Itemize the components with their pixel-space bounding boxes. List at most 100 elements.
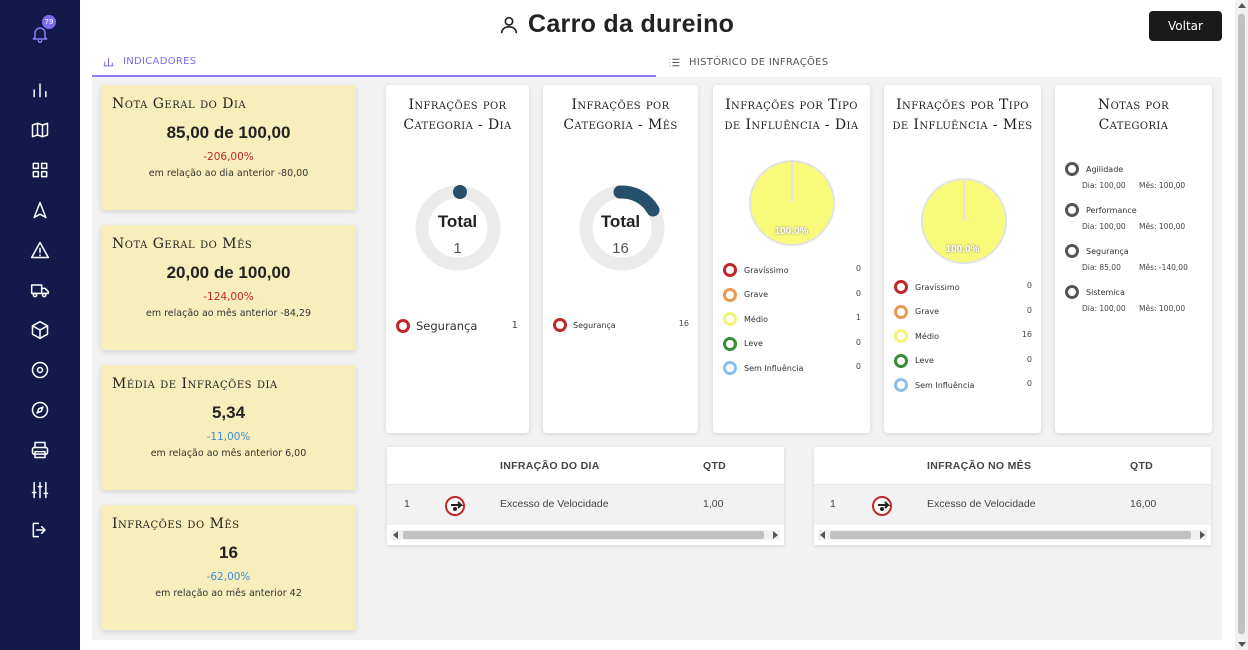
- chart-title: Infrações por Categoria - Mês: [563, 97, 678, 133]
- page-scrollbar[interactable]: [1235, 0, 1248, 650]
- kpi-value: 16: [219, 543, 238, 562]
- note-label: Sistemica: [1086, 287, 1125, 297]
- kpi-note: em relação ao mês anterior 42: [155, 588, 302, 599]
- list-icon: [669, 58, 680, 66]
- legend-item: Grave: [894, 304, 939, 319]
- note-month-value: Mês: 100,00: [1139, 304, 1186, 313]
- donut-center-label: Total: [437, 212, 478, 231]
- truck-icon[interactable]: [30, 280, 50, 300]
- horizontal-scrollbar[interactable]: [818, 530, 1207, 540]
- scroll-thumb[interactable]: [1238, 14, 1245, 634]
- kpi-note: em relação ao dia anterior -80,00: [148, 168, 309, 179]
- legend-label: Sem Influência: [915, 380, 975, 390]
- legend-item: Sem Influência: [894, 378, 974, 392]
- logout-icon[interactable]: [30, 520, 50, 540]
- target-icon[interactable]: [30, 360, 50, 380]
- sliders-icon[interactable]: [30, 480, 50, 500]
- infraction-qty: 16,00: [1130, 498, 1157, 510]
- column-header: INFRAÇÃO NO MÊS: [927, 460, 1032, 472]
- column-header: QTD: [1130, 460, 1154, 472]
- package-icon[interactable]: [30, 320, 50, 340]
- kpi-percent: -11,00%: [206, 431, 251, 443]
- legend-value: 1: [511, 320, 518, 331]
- back-button[interactable]: Voltar: [1149, 11, 1222, 41]
- tab-indicadores[interactable]: INDICADORES: [92, 47, 656, 77]
- scroll-right-icon[interactable]: [1200, 531, 1205, 539]
- map-icon[interactable]: [30, 120, 50, 140]
- table-header: INFRAÇÃO DO DIA QTD: [387, 447, 784, 485]
- legend-label: Médio: [915, 331, 940, 341]
- chart-title: Infrações por Tipo de Influência - Dia: [724, 97, 859, 133]
- legend-ring-icon: [894, 304, 908, 319]
- tab-historico[interactable]: HISTÓRICO DE INFRAÇÕES: [668, 47, 1068, 77]
- donut-segment-seguranca: [453, 185, 467, 199]
- scroll-thumb[interactable]: [830, 531, 1191, 539]
- legend-label: Sem Influência: [744, 363, 804, 373]
- scroll-down-icon[interactable]: [1238, 642, 1246, 647]
- note-item: Segurança: [1065, 244, 1129, 258]
- note-label: Agilidade: [1086, 164, 1124, 174]
- horizontal-scrollbar[interactable]: [391, 530, 780, 540]
- kpi-value: 20,00 de 100,00: [166, 263, 291, 282]
- navigation-arrow-icon[interactable]: [30, 200, 50, 220]
- table-row[interactable]: 1 Excesso de Velocidade 16,00: [814, 485, 1211, 525]
- pie-label: 100.0%: [774, 226, 809, 237]
- printer-icon[interactable]: [30, 440, 50, 460]
- note-ring-icon: [1065, 203, 1079, 217]
- legend-value: 16: [678, 319, 689, 328]
- page-title-text: Carro da dureino: [528, 10, 735, 38]
- note-item: Sistemica: [1065, 285, 1125, 299]
- note-ring-icon: [1065, 244, 1079, 258]
- table-row[interactable]: 1 Excesso de Velocidade 1,00: [387, 485, 784, 525]
- kpi-percent: -206,00%: [203, 151, 254, 163]
- donut-center-label: Total: [600, 212, 641, 231]
- legend-item: Sem Influência: [723, 361, 803, 375]
- bar-chart-icon: [103, 57, 114, 66]
- row-index: 1: [830, 498, 836, 510]
- infraction-name: Excesso de Velocidade: [927, 498, 1036, 510]
- legend-value: 0: [1026, 305, 1032, 315]
- scroll-left-icon[interactable]: [820, 531, 825, 539]
- warning-triangle-icon[interactable]: [30, 240, 50, 260]
- scroll-up-icon[interactable]: [1238, 3, 1246, 8]
- legend-ring-icon: [894, 329, 908, 343]
- kpi-card-month-score: Nota Geral do Mês 20,00 de 100,00 -124,0…: [101, 225, 356, 350]
- bell-icon[interactable]: 79: [30, 15, 56, 44]
- note-month-value: Mês: 100,00: [1139, 181, 1186, 190]
- legend-item: Segurança: [553, 318, 616, 332]
- tab-label: HISTÓRICO DE INFRAÇÕES: [689, 56, 829, 68]
- legend-ring-icon: [553, 318, 567, 332]
- legend-ring-icon: [723, 336, 737, 351]
- dashboard-grid-icon[interactable]: [30, 160, 50, 180]
- chart-title: Notas por Categoria: [1097, 97, 1170, 133]
- kpi-title: Nota Geral do Mês: [112, 236, 253, 252]
- legend-ring-icon: [723, 361, 737, 375]
- page-title: Carro da dureino: [498, 10, 734, 39]
- scroll-right-icon[interactable]: [773, 531, 778, 539]
- kpi-percent: -124,00%: [203, 291, 254, 303]
- legend-item: Gravíssimo: [723, 263, 789, 277]
- legend-label: Médio: [744, 314, 769, 324]
- legend-ring-icon: [723, 263, 737, 277]
- legend-value: 0: [855, 264, 861, 273]
- scroll-thumb[interactable]: [403, 531, 764, 539]
- compass-icon[interactable]: [30, 400, 50, 420]
- row-index: 1: [404, 498, 410, 510]
- legend-label: Leve: [915, 356, 934, 365]
- kpi-title: Média de Infrações dia: [112, 376, 278, 392]
- bar-chart-icon[interactable]: [30, 80, 50, 100]
- legend-item: Gravíssimo: [894, 280, 960, 294]
- sidebar: 79: [0, 0, 80, 650]
- note-ring-icon: [1065, 162, 1079, 176]
- notification-badge: 79: [42, 15, 56, 29]
- legend-ring-icon: [894, 280, 908, 294]
- legend-item: Médio: [894, 329, 939, 343]
- speeding-icon: [872, 496, 892, 516]
- speeding-icon: [445, 496, 465, 516]
- table-infraction-day: INFRAÇÃO DO DIA QTD 1 Excesso de Velocid…: [387, 447, 784, 545]
- note-item: Performance: [1065, 203, 1137, 217]
- infraction-name: Excesso de Velocidade: [500, 498, 609, 510]
- note-item: Agilidade: [1065, 162, 1123, 176]
- scroll-left-icon[interactable]: [393, 531, 398, 539]
- infraction-qty: 1,00: [703, 498, 724, 510]
